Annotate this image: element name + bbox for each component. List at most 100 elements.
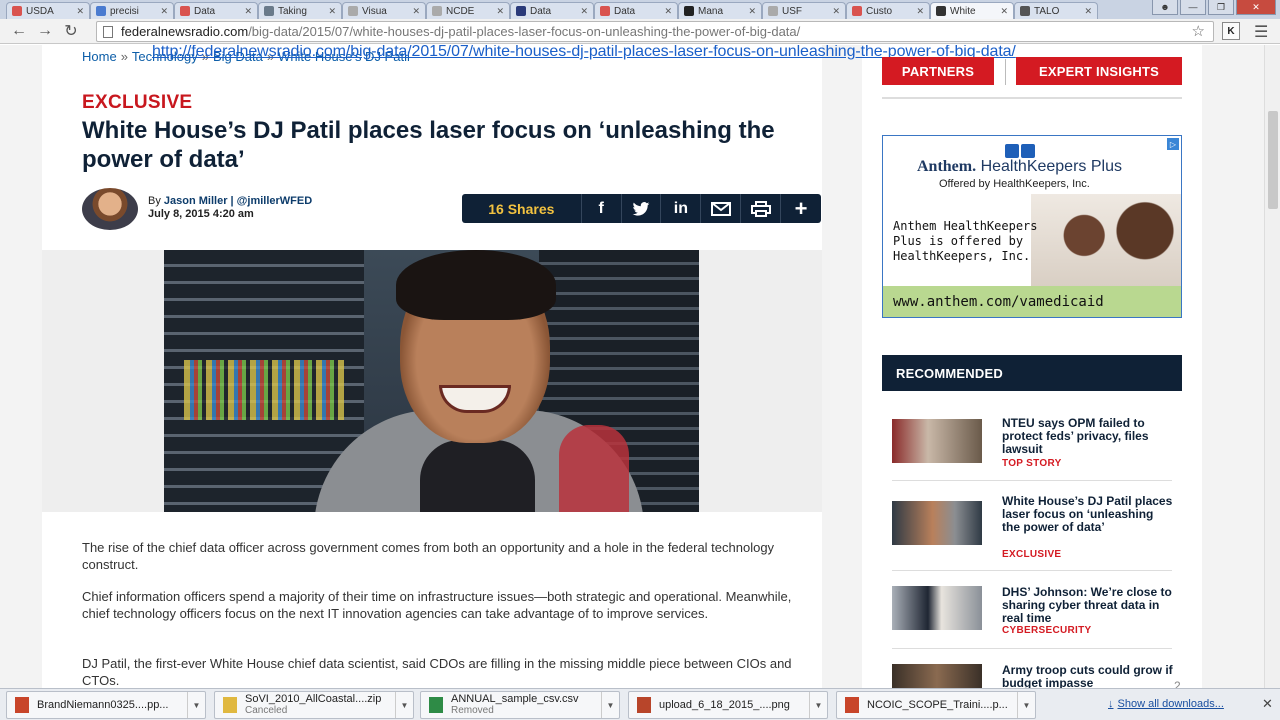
partners-button[interactable]: PARTNERS (882, 57, 994, 85)
ad-photo (1031, 194, 1181, 286)
browser-tab[interactable]: Custo ✕ (846, 2, 930, 19)
recommended-thumbnail[interactable] (892, 664, 982, 688)
tab-close-icon[interactable]: ✕ (496, 6, 504, 17)
download-item[interactable]: upload_6_18_2015_....png ▼ (628, 691, 828, 719)
download-item[interactable]: BrandNiemann0325....pp... ▼ (6, 691, 206, 719)
tab-close-icon[interactable]: ✕ (916, 6, 924, 17)
browser-tab[interactable]: Data ✕ (510, 2, 594, 19)
bookmark-star-icon[interactable]: ☆ (1192, 22, 1205, 40)
tab-close-icon[interactable]: ✕ (580, 6, 588, 17)
recommended-thumbnail[interactable] (892, 501, 982, 545)
linkedin-icon[interactable]: in (661, 194, 702, 223)
recommended-title[interactable]: Army troop cuts could grow if budget imp… (1002, 664, 1174, 689)
file-icon (223, 697, 237, 713)
address-bar[interactable]: federalnewsradio.com/big-data/2015/07/wh… (96, 21, 1214, 42)
download-status: Canceled (245, 705, 288, 716)
recommended-tag[interactable]: EXCLUSIVE (1002, 549, 1061, 560)
show-all-downloads-link[interactable]: Show all downloads... (1108, 698, 1224, 710)
download-menu-chevron-icon[interactable]: ▼ (1017, 692, 1035, 718)
tab-close-icon[interactable]: ✕ (1000, 6, 1008, 17)
vertical-scrollbar[interactable] (1264, 45, 1280, 688)
advertisement[interactable]: ▷ Anthem. HealthKeepers Plus Offered by … (882, 135, 1182, 318)
tab-favicon-icon (516, 6, 526, 16)
download-menu-chevron-icon[interactable]: ▼ (809, 692, 827, 718)
close-download-shelf-icon[interactable]: ✕ (1262, 696, 1273, 712)
download-text: NCOIC_SCOPE_Traini....p... (867, 699, 1017, 711)
download-menu-chevron-icon[interactable]: ▼ (187, 692, 205, 718)
browser-tab[interactable]: USDA ✕ (6, 2, 90, 19)
tab-close-icon[interactable]: ✕ (832, 6, 840, 17)
tab-label: Taking (278, 5, 307, 17)
tab-favicon-icon (432, 6, 442, 16)
tab-close-icon[interactable]: ✕ (160, 6, 168, 17)
download-status: Removed (451, 705, 494, 716)
print-icon[interactable] (741, 194, 782, 223)
recommended-tag[interactable]: CYBERSECURITY (1002, 625, 1091, 636)
browser-menu-icon[interactable]: ☰ (1254, 22, 1268, 42)
scrollbar-thumb[interactable] (1268, 111, 1278, 209)
download-menu-chevron-icon[interactable]: ▼ (601, 692, 619, 718)
tab-favicon-icon (684, 6, 694, 16)
tab-close-icon[interactable]: ✕ (244, 6, 252, 17)
breadcrumb-home[interactable]: Home (82, 49, 117, 64)
forward-arrow-icon[interactable]: → (32, 22, 58, 40)
recommended-separator (892, 480, 1172, 481)
file-icon (15, 697, 29, 713)
twitter-icon[interactable] (622, 194, 662, 223)
tab-close-icon[interactable]: ✕ (76, 6, 84, 17)
tab-close-icon[interactable]: ✕ (748, 6, 756, 17)
browser-tab[interactable]: Mana ✕ (678, 2, 762, 19)
ad-body-line: Plus is offered by (893, 234, 1024, 248)
close-window-button[interactable]: ✕ (1236, 0, 1276, 15)
reload-icon[interactable]: ↻ (58, 21, 84, 41)
recommended-thumbnail[interactable] (892, 419, 982, 463)
tab-close-icon[interactable]: ✕ (664, 6, 672, 17)
browser-tab[interactable]: Data ✕ (174, 2, 258, 19)
expert-insights-button[interactable]: EXPERT INSIGHTS (1016, 57, 1182, 85)
file-icon (637, 697, 651, 713)
browser-tab[interactable]: Taking ✕ (258, 2, 342, 19)
download-item[interactable]: SoVI_2010_AllCoastal....zip Canceled ▼ (214, 691, 414, 719)
browser-tab[interactable]: TALO ✕ (1014, 2, 1098, 19)
download-filename: ANNUAL_sample_csv.csv (451, 693, 579, 705)
page-icon (103, 25, 113, 38)
file-icon (845, 697, 859, 713)
url-host: federalnewsradio.com (121, 24, 249, 39)
browser-tab[interactable]: Visua ✕ (342, 2, 426, 19)
facebook-icon[interactable]: f (582, 194, 622, 223)
breadcrumb-separator: » (120, 49, 128, 64)
browser-tab[interactable]: NCDE ✕ (426, 2, 510, 19)
share-count: 16 Shares (462, 194, 582, 223)
download-menu-chevron-icon[interactable]: ▼ (395, 692, 413, 718)
byline: By Jason Miller | @jmillerWFED July 8, 2… (148, 195, 312, 221)
tab-close-icon[interactable]: ✕ (1084, 6, 1092, 17)
minimize-button[interactable]: — (1180, 0, 1206, 15)
download-item[interactable]: ANNUAL_sample_csv.csv Removed ▼ (420, 691, 620, 719)
browser-tab[interactable]: USF ✕ (762, 2, 846, 19)
adchoices-icon[interactable]: ▷ (1167, 138, 1179, 150)
recommended-separator (892, 570, 1172, 571)
back-arrow-icon[interactable]: ← (6, 22, 32, 40)
author-avatar[interactable] (82, 188, 138, 230)
recommended-thumbnail[interactable] (892, 586, 982, 630)
browser-tab[interactable]: Data ✕ (594, 2, 678, 19)
recommended-title[interactable]: White House’s DJ Patil places laser focu… (1002, 495, 1174, 534)
extension-icon[interactable]: K (1222, 22, 1240, 40)
ad-body: Anthem HealthKeepers Plus is offered by … (893, 219, 1038, 264)
tab-close-icon[interactable]: ✕ (328, 6, 336, 17)
recommended-title[interactable]: NTEU says OPM failed to protect feds’ pr… (1002, 417, 1174, 456)
more-share-icon[interactable]: + (781, 194, 821, 223)
restore-button[interactable]: ❐ (1208, 0, 1234, 15)
author-link[interactable]: Jason Miller | @jmillerWFED (164, 195, 312, 207)
download-item[interactable]: NCOIC_SCOPE_Traini....p... ▼ (836, 691, 1036, 719)
recommended-tag[interactable]: TOP STORY (1002, 458, 1062, 469)
sidebar-divider (882, 97, 1182, 99)
browser-tab[interactable]: White ✕ (930, 2, 1014, 19)
tab-label: Data (194, 5, 216, 17)
profile-icon[interactable]: ☻ (1152, 0, 1178, 15)
recommended-title[interactable]: DHS’ Johnson: We’re close to sharing cyb… (1002, 586, 1174, 625)
browser-tab[interactable]: precisi ✕ (90, 2, 174, 19)
ad-url[interactable]: www.anthem.com/vamedicaid (883, 286, 1181, 317)
tab-close-icon[interactable]: ✕ (412, 6, 420, 17)
email-icon[interactable] (701, 194, 742, 223)
